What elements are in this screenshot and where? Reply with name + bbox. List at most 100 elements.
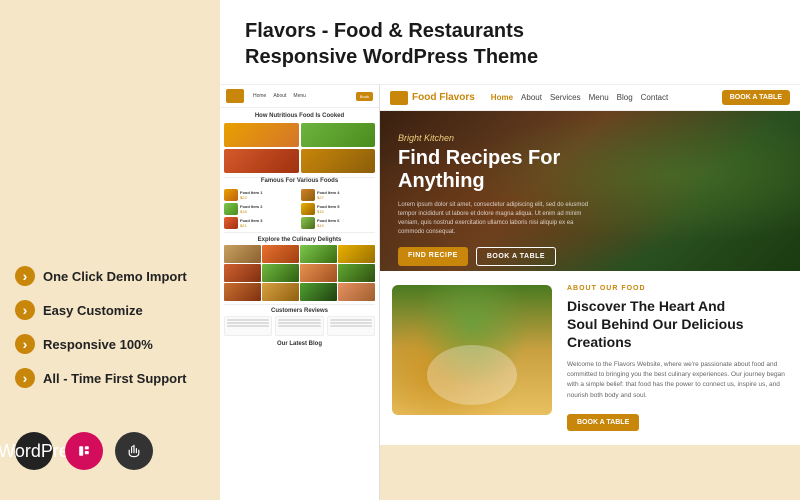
elementor-icon — [65, 432, 103, 470]
sp-menu-col-1: Food Item 1 $23 Food Item 2 $18 — [224, 189, 298, 229]
sp-gallery-item-10 — [300, 283, 337, 301]
sp-menu-price-4: $15 — [317, 209, 375, 214]
sp-nav-menu: Menu — [291, 92, 308, 100]
feature-label-2: Easy Customize — [43, 303, 143, 318]
lp-nav-about: About — [521, 93, 542, 102]
sp-review-lines-3 — [330, 319, 372, 327]
lp-about-title: Discover The Heart AndSoul Behind Our De… — [567, 297, 788, 352]
sp-menu-text-0: Food Item 1 $23 — [240, 190, 298, 200]
lp-logo-text: Food Flavors — [412, 92, 475, 103]
lp-about-text: ABOUT OUR FOOD Discover The Heart AndSou… — [567, 285, 788, 431]
sp-menu-item-2: Food Item 3 $21 — [224, 217, 298, 229]
sp-menu-thumb-1 — [224, 203, 238, 215]
sp-gallery-item-2 — [300, 245, 337, 263]
sp-menu-col-2: Food Item 4 $27 Food Item 5 $15 — [301, 189, 375, 229]
lp-about-desc: Welcome to the Flavors Website, where we… — [567, 360, 788, 402]
sp-menu-thumb-4 — [301, 203, 315, 215]
small-preview: Home About Menu Book How Nutritious Food… — [220, 85, 380, 500]
wordpress-icon: &#WordPress; — [15, 432, 53, 470]
feature-label-3: Responsive 100% — [43, 337, 153, 352]
sp-menu-price-2: $21 — [240, 223, 298, 228]
sp-review-lines-1 — [227, 319, 269, 327]
sp-food-img-1 — [301, 123, 376, 147]
sp-book-btn: Book — [356, 92, 373, 101]
lp-hero-title: Find Recipes ForAnything — [398, 147, 782, 193]
sp-gallery-item-4 — [224, 264, 261, 282]
sp-food-grid — [220, 121, 379, 177]
sp-reviews-title: Customers Reviews — [220, 305, 379, 316]
sp-menu-text-5: Food Item 6 $19 — [317, 218, 375, 228]
sp-menu-item-1: Food Item 2 $18 — [224, 203, 298, 215]
lp-hero: Bright Kitchen Find Recipes ForAnything … — [380, 111, 800, 271]
sp-menu-thumb-3 — [301, 189, 315, 201]
lp-find-recipe-btn[interactable]: FIND RECIPE — [398, 247, 468, 266]
feature-item-2: Easy Customize — [15, 300, 205, 320]
feature-item-1: One Click Demo Import — [15, 266, 205, 286]
feature-item-3: Responsive 100% — [15, 334, 205, 354]
sp-menu-price-1: $18 — [240, 209, 298, 214]
bullet-icon-1 — [15, 266, 35, 286]
sp-blog-title: Our Latest Blog — [220, 339, 379, 349]
icon-row: &#WordPress; — [15, 432, 205, 470]
bullet-icon-2 — [15, 300, 35, 320]
right-panel: Flavors - Food & Restaurants Responsive … — [220, 0, 800, 500]
lp-book-table-btn[interactable]: BOOK A TABLE — [722, 90, 790, 105]
preview-wrapper: Home About Menu Book How Nutritious Food… — [220, 85, 800, 500]
lp-hero-subtitle: Bright Kitchen — [398, 133, 782, 143]
lp-nav-blog: Blog — [617, 93, 633, 102]
bullet-icon-4 — [15, 368, 35, 388]
lp-hero-desc: Lorem ipsum dolor sit amet, consectetur … — [398, 201, 598, 237]
sp-gallery-item-7 — [338, 264, 375, 282]
lp-nav-menu: Menu — [589, 93, 609, 102]
title-section: Flavors - Food & Restaurants Responsive … — [220, 0, 800, 85]
sp-menu-thumb-5 — [301, 217, 315, 229]
lp-navbar: Food Flavors Home About Services Menu Bl… — [380, 85, 800, 111]
theme-title: Flavors - Food & Restaurants Responsive … — [245, 18, 775, 70]
lp-about-tag: ABOUT OUR FOOD — [567, 285, 788, 292]
sp-menu-item-5: Food Item 6 $19 — [301, 217, 375, 229]
lp-logo: Food Flavors — [390, 91, 475, 105]
bullet-icon-3 — [15, 334, 35, 354]
sp-review-line-6 — [278, 325, 320, 327]
feature-list: One Click Demo Import Easy Customize Res… — [15, 266, 205, 402]
sp-review-line-3 — [227, 325, 269, 327]
sp-menu-price-5: $19 — [317, 223, 375, 228]
lp-nav-home: Home — [491, 93, 513, 102]
sp-review-line-5 — [278, 322, 320, 324]
sp-menu-text-1: Food Item 2 $18 — [240, 204, 298, 214]
sp-menu-price-3: $27 — [317, 195, 375, 200]
sp-review-line-8 — [330, 322, 372, 324]
large-preview: Food Flavors Home About Services Menu Bl… — [380, 85, 800, 500]
sp-menu-text-3: Food Item 4 $27 — [317, 190, 375, 200]
sp-logo — [226, 89, 244, 103]
sp-section2-title: Famous For Various Foods — [220, 178, 379, 184]
lp-about-image — [392, 285, 552, 415]
lp-about-book-btn[interactable]: BOOK A TABLE — [567, 414, 639, 431]
lp-hero-book-btn[interactable]: BOOK A TABLE — [476, 247, 556, 266]
lp-logo-icon — [390, 91, 408, 105]
sp-gallery-item-0 — [224, 245, 261, 263]
feature-label-4: All - Time First Support — [43, 371, 187, 386]
sp-review-card-2 — [275, 316, 323, 336]
sp-menu-rows: Food Item 1 $23 Food Item 2 $18 — [220, 187, 379, 232]
sp-gallery-item-9 — [262, 283, 299, 301]
sp-review-card-1 — [224, 316, 272, 336]
sp-food-img-2 — [224, 149, 299, 173]
sp-gallery-item-3 — [338, 245, 375, 263]
sp-gallery — [220, 245, 379, 304]
lp-nav-services: Services — [550, 93, 581, 102]
sp-menu-text-4: Food Item 5 $15 — [317, 204, 375, 214]
sp-navbar: Home About Menu Book — [220, 85, 379, 108]
sp-menu-thumb-2 — [224, 217, 238, 229]
sp-section1-title: How Nutritious Food Is Cooked — [220, 108, 379, 121]
sp-gallery-item-6 — [300, 264, 337, 282]
lp-about-section: ABOUT OUR FOOD Discover The Heart AndSou… — [380, 271, 800, 445]
feature-item-4: All - Time First Support — [15, 368, 205, 388]
sp-menu-text-2: Food Item 3 $21 — [240, 218, 298, 228]
sp-review-row — [220, 316, 379, 339]
sp-menu-item-4: Food Item 5 $15 — [301, 203, 375, 215]
lp-hero-btns: FIND RECIPE BOOK A TABLE — [398, 247, 782, 266]
sp-review-line-7 — [330, 319, 372, 321]
sp-menu-price-0: $23 — [240, 195, 298, 200]
sp-review-lines-2 — [278, 319, 320, 327]
